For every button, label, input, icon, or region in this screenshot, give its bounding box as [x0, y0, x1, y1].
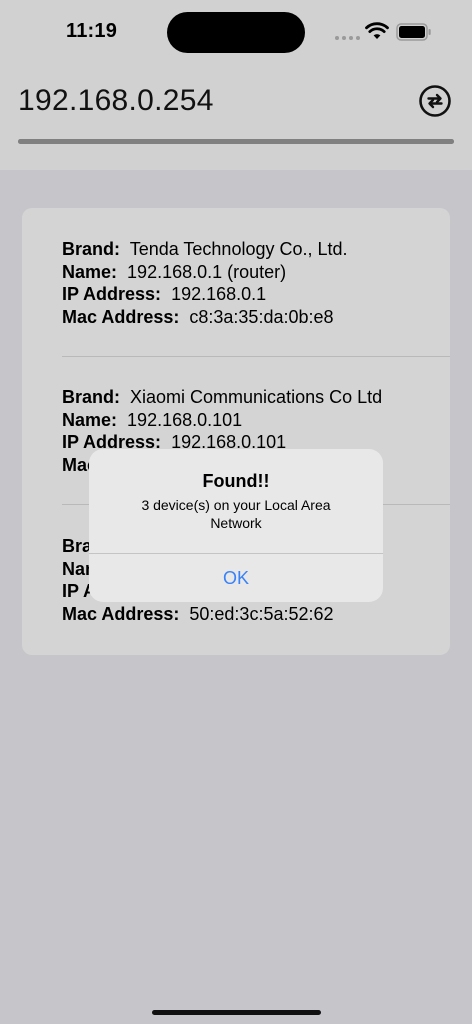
- status-bar: 11:19: [0, 0, 472, 64]
- device-divider: [62, 356, 450, 357]
- scan-progress-bar: [18, 139, 454, 144]
- device-brand-row: Brand: Tenda Technology Co., Ltd.: [62, 238, 348, 261]
- mac-value: c8:3a:35:da:0b:e8: [189, 306, 334, 327]
- found-alert-dialog: Found!! 3 device(s) on your Local Area N…: [89, 449, 383, 602]
- dynamic-island: [167, 12, 305, 53]
- mac-label: Mac Address:: [62, 603, 180, 624]
- name-label: Name:: [62, 409, 118, 430]
- device-mac-row: Mac Address: 50:ed:3c:5a:52:62: [62, 603, 334, 626]
- cellular-signal-icon: [335, 36, 361, 40]
- device-ip-row: IP Address: 192.168.0.1: [62, 283, 348, 306]
- wifi-icon: [365, 22, 389, 39]
- name-label: Name:: [62, 261, 118, 282]
- brand-label: Brand:: [62, 239, 120, 259]
- device-mac-row: Mac Address: c8:3a:35:da:0b:e8: [62, 306, 348, 329]
- scan-progress-fill: [18, 139, 454, 144]
- refresh-icon[interactable]: [418, 84, 452, 118]
- battery-icon: [396, 23, 431, 41]
- device-brand-row: Brand: Xiaomi Communications Co Ltd: [62, 386, 382, 409]
- alert-message: 3 device(s) on your Local Area Network: [141, 497, 331, 531]
- alert-title: Found!!: [202, 471, 270, 491]
- name-value: 192.168.0.101: [127, 409, 243, 430]
- app-header: 192.168.0.254: [0, 64, 472, 170]
- ok-button[interactable]: OK: [89, 554, 383, 602]
- ip-value: 192.168.0.1: [171, 284, 267, 304]
- device-name-row: Name: 192.168.0.101: [62, 409, 382, 432]
- device-name-row: Name: 192.168.0.1 (router): [62, 261, 348, 284]
- brand-label: Brand:: [62, 387, 120, 407]
- home-indicator[interactable]: [152, 1010, 321, 1015]
- ip-label: IP Address:: [62, 284, 162, 304]
- brand-value: Tenda Technology Co., Ltd.: [129, 239, 348, 259]
- brand-value: Xiaomi Communications Co Ltd: [130, 387, 383, 407]
- name-value: 192.168.0.1 (router): [127, 261, 287, 282]
- mac-value: 50:ed:3c:5a:52:62: [189, 603, 334, 624]
- scanned-ip-title: 192.168.0.254: [18, 84, 214, 117]
- mac-label: Mac Address:: [62, 306, 180, 327]
- device-entry[interactable]: Brand: Tenda Technology Co., Ltd. Name: …: [62, 238, 348, 328]
- status-time: 11:19: [66, 20, 118, 42]
